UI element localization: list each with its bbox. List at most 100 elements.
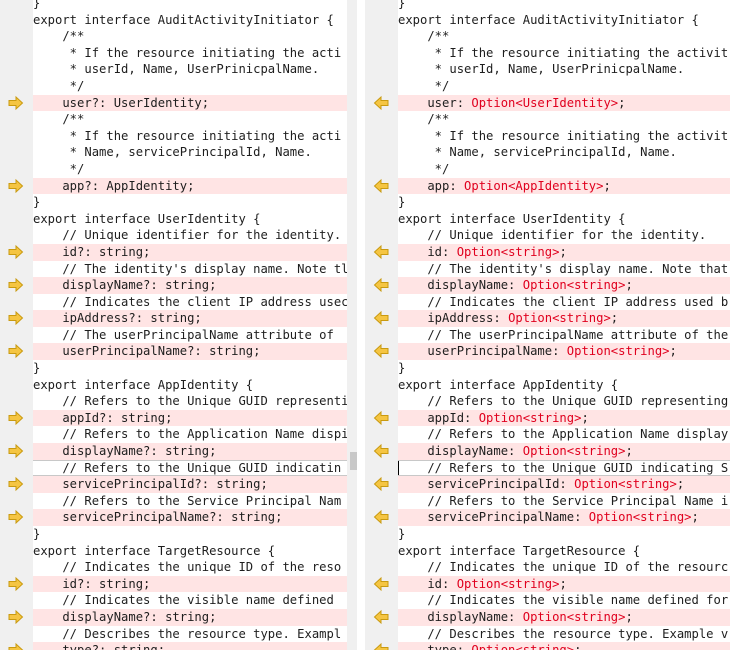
code-line[interactable]: export interface UserIdentity { xyxy=(365,211,730,228)
code-line[interactable]: */ xyxy=(0,161,357,178)
arrow-left-icon[interactable] xyxy=(373,310,389,326)
arrow-right-icon[interactable] xyxy=(8,576,24,592)
merge-marker[interactable] xyxy=(373,410,389,427)
code-line[interactable]: // Describes the resource type. Example … xyxy=(365,626,730,643)
merge-marker[interactable] xyxy=(8,310,24,327)
changed-line[interactable]: ipAddress: Option<string>; xyxy=(365,310,730,327)
merge-marker[interactable] xyxy=(8,576,24,593)
code-line[interactable]: export interface TargetResource { xyxy=(0,543,357,560)
merge-marker[interactable] xyxy=(373,443,389,460)
code-line[interactable]: // Refers to the Application Name dispi xyxy=(0,426,357,443)
merge-marker[interactable] xyxy=(8,277,24,294)
changed-line[interactable]: type?: string; xyxy=(0,642,357,650)
changed-line[interactable]: id: Option<string>; xyxy=(365,243,730,261)
arrow-left-icon[interactable] xyxy=(373,443,389,459)
merge-marker[interactable] xyxy=(8,609,24,626)
code-line[interactable]: export interface AppIdentity { xyxy=(0,377,357,394)
changed-line[interactable]: user?: UserIdentity; xyxy=(0,94,357,112)
merge-marker[interactable] xyxy=(373,95,389,112)
merge-marker[interactable] xyxy=(8,244,24,261)
changed-line[interactable]: servicePrincipalId?: string; xyxy=(0,476,357,493)
code-line[interactable]: // The userPrincipalName attribute of th… xyxy=(365,327,730,344)
merge-marker[interactable] xyxy=(373,642,389,650)
code-line[interactable]: /** xyxy=(0,28,357,45)
arrow-right-icon[interactable] xyxy=(8,609,24,625)
merge-marker[interactable] xyxy=(8,642,24,650)
code-line[interactable]: // The identity's display name. Note tha… xyxy=(365,261,730,278)
changed-line[interactable]: appId?: string; xyxy=(0,409,357,427)
code-line[interactable]: // Refers to the Unique GUID indicating … xyxy=(365,460,730,477)
changed-line[interactable]: servicePrincipalName: Option<string>; xyxy=(365,509,730,526)
code-line[interactable]: // Refers to the Unique GUID representi xyxy=(0,393,357,410)
code-line[interactable]: */ xyxy=(0,78,357,95)
arrow-left-icon[interactable] xyxy=(373,609,389,625)
changed-line[interactable]: user: Option<UserIdentity>; xyxy=(365,94,730,112)
arrow-right-icon[interactable] xyxy=(8,642,24,650)
code-line[interactable]: * Name, servicePrincipalId, Name. xyxy=(365,144,730,161)
changed-line[interactable]: id?: string; xyxy=(0,575,357,593)
changed-line[interactable]: app?: AppIdentity; xyxy=(0,177,357,195)
arrow-left-icon[interactable] xyxy=(373,277,389,293)
merge-marker[interactable] xyxy=(8,95,24,112)
arrow-right-icon[interactable] xyxy=(8,277,24,293)
code-line[interactable]: export interface UserIdentity { xyxy=(0,211,357,228)
merge-marker[interactable] xyxy=(373,509,389,526)
merge-marker[interactable] xyxy=(373,476,389,493)
code-line[interactable]: * Name, servicePrincipalId, Name. xyxy=(0,144,357,161)
changed-line[interactable]: servicePrincipalName?: string; xyxy=(0,509,357,526)
merge-marker[interactable] xyxy=(373,178,389,195)
changed-line[interactable]: displayName?: string; xyxy=(0,608,357,626)
code-line[interactable]: // Refers to the Unique GUID representin… xyxy=(365,393,730,410)
arrow-right-icon[interactable] xyxy=(8,509,24,525)
arrow-right-icon[interactable] xyxy=(8,178,24,194)
code-line[interactable]: * userId, Name, UserPrinicpalName. xyxy=(365,61,730,78)
code-line[interactable]: * If the resource initiating the activit xyxy=(365,128,730,145)
changed-line[interactable]: displayName: Option<string>; xyxy=(365,443,730,460)
changed-line[interactable]: type: Option<string>; xyxy=(365,642,730,650)
changed-line[interactable]: displayName: Option<string>; xyxy=(365,277,730,294)
code-line[interactable]: // Indicates the unique ID of the resour… xyxy=(365,559,730,576)
code-line[interactable]: /** xyxy=(0,111,357,128)
arrow-left-icon[interactable] xyxy=(373,95,389,111)
merge-marker[interactable] xyxy=(373,576,389,593)
changed-line[interactable]: userPrincipalName?: string; xyxy=(0,343,357,361)
code-line[interactable]: // The identity's display name. Note tl xyxy=(0,261,357,278)
scrollbar-thumb[interactable] xyxy=(350,452,357,470)
arrow-right-icon[interactable] xyxy=(8,476,24,492)
arrow-left-icon[interactable] xyxy=(373,343,389,359)
changed-line[interactable]: ipAddress?: string; xyxy=(0,310,357,327)
code-line[interactable]: export interface AuditActivityInitiator … xyxy=(0,12,357,29)
code-line[interactable]: // Unique identifier for the identity. xyxy=(0,227,357,244)
merge-marker[interactable] xyxy=(8,443,24,460)
code-line[interactable]: * If the resource initiating the activit xyxy=(365,45,730,62)
code-line[interactable]: // Indicates the visible name defined fo… xyxy=(365,592,730,609)
code-line[interactable]: // Describes the resource type. Exampl xyxy=(0,626,357,643)
code-line[interactable]: /** xyxy=(365,111,730,128)
code-line[interactable]: // Indicates the visible name defined xyxy=(0,592,357,609)
merge-marker[interactable] xyxy=(373,277,389,294)
code-line[interactable]: } xyxy=(365,526,730,543)
changed-line[interactable]: displayName?: string; xyxy=(0,443,357,460)
code-line[interactable]: } xyxy=(0,0,357,12)
arrow-right-icon[interactable] xyxy=(8,343,24,359)
code-line[interactable]: } xyxy=(365,194,730,211)
arrow-right-icon[interactable] xyxy=(8,95,24,111)
merge-marker[interactable] xyxy=(8,178,24,195)
code-line[interactable]: * If the resource initiating the acti xyxy=(0,45,357,62)
arrow-left-icon[interactable] xyxy=(373,410,389,426)
arrow-right-icon[interactable] xyxy=(8,244,24,260)
arrow-left-icon[interactable] xyxy=(373,244,389,260)
changed-line[interactable]: userPrincipalName: Option<string>; xyxy=(365,343,730,361)
code-line[interactable]: } xyxy=(0,360,357,377)
changed-line[interactable]: app: Option<AppIdentity>; xyxy=(365,177,730,195)
code-line[interactable]: // Refers to the Unique GUID indicatin xyxy=(0,460,357,477)
code-line[interactable]: export interface TargetResource { xyxy=(365,543,730,560)
right-diff-pane[interactable]: } export interface AuditActivityInitiator… xyxy=(365,0,730,650)
changed-line[interactable]: displayName?: string; xyxy=(0,277,357,294)
changed-line[interactable]: appId: Option<string>; xyxy=(365,409,730,427)
arrow-left-icon[interactable] xyxy=(373,509,389,525)
changed-line[interactable]: servicePrincipalId: Option<string>; xyxy=(365,476,730,493)
code-line[interactable]: // Indicates the client IP address usec xyxy=(0,294,357,311)
merge-marker[interactable] xyxy=(8,410,24,427)
code-line[interactable]: /** xyxy=(365,28,730,45)
